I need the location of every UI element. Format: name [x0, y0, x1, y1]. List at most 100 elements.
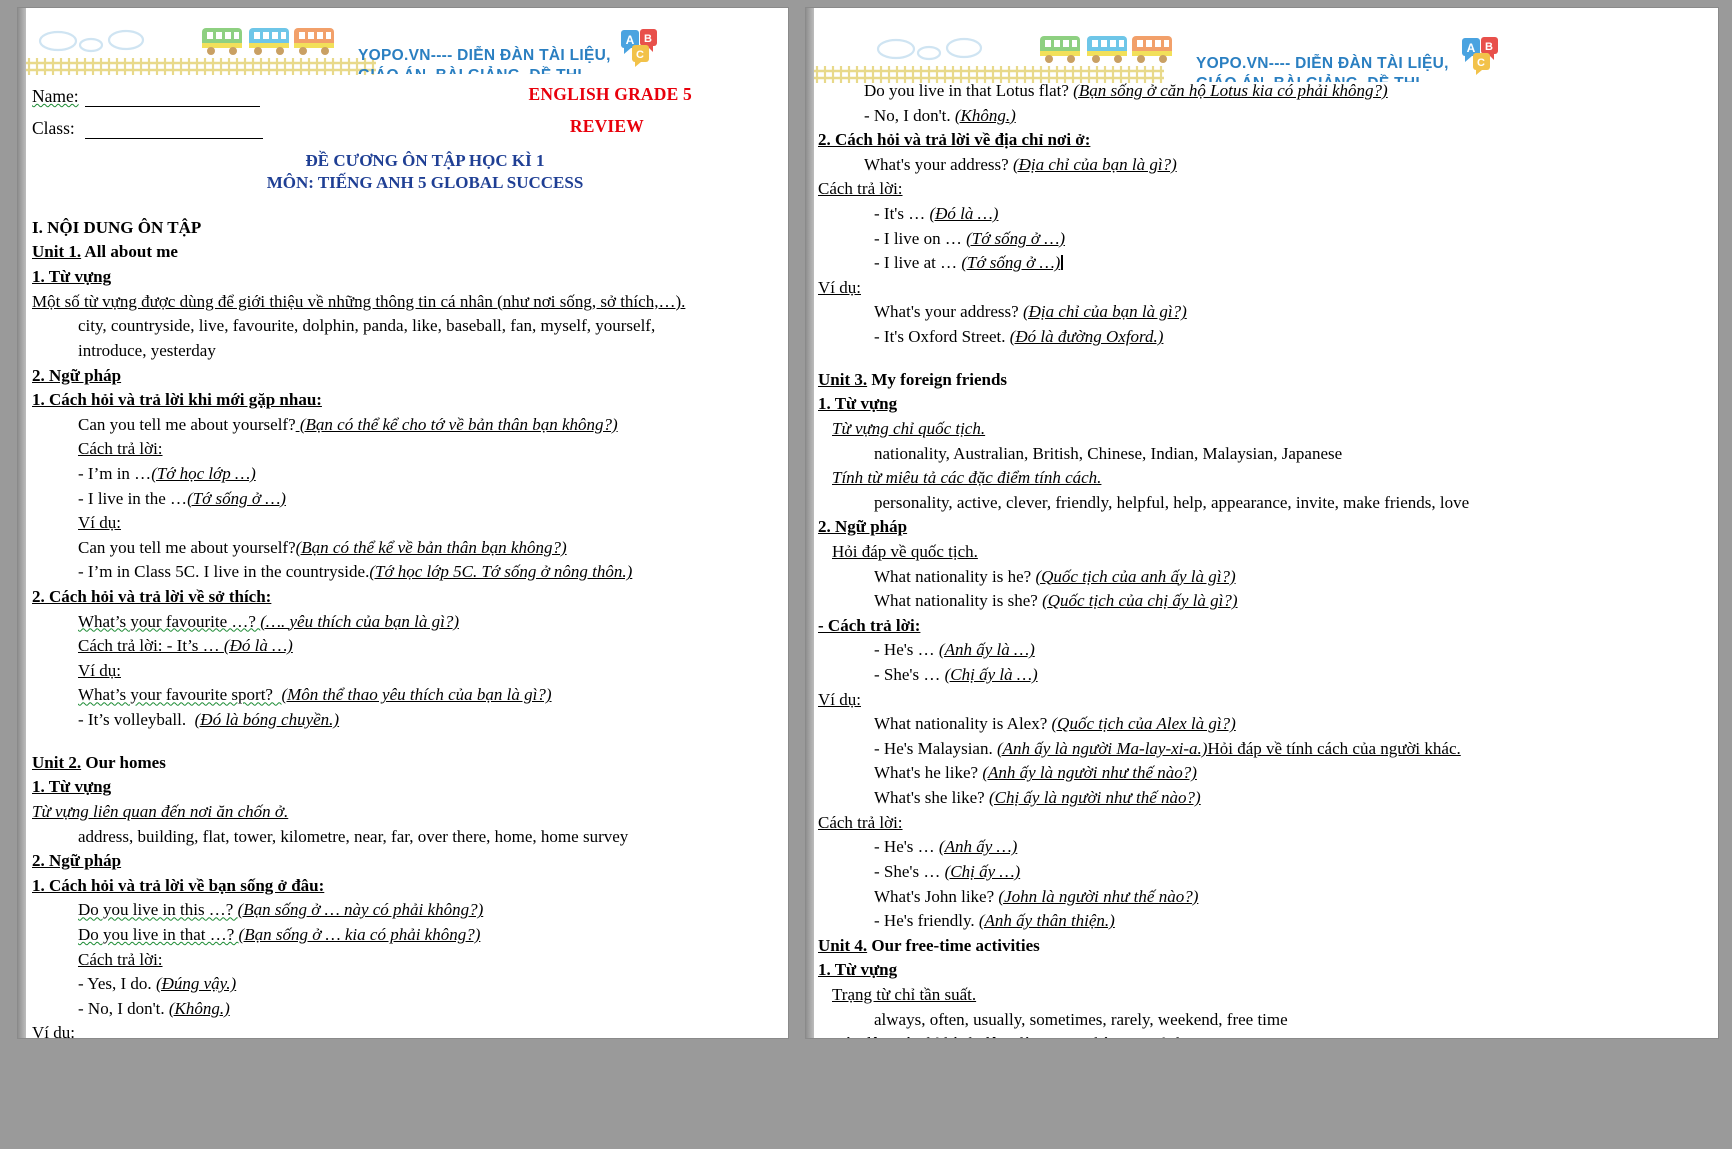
- u2-g1-q1-vi: (Bạn sống ở … này có phải không?): [237, 900, 484, 920]
- u2-vocab-heading: 1. Từ vựng: [32, 777, 112, 797]
- u2-g2-answer-1: - It's … (Đó là …): [818, 203, 1696, 226]
- u2-g2-ex-a-vi: (Đó là đường Oxford.): [1009, 327, 1164, 347]
- u2-g2-answer-3: - I live at … (Tớ sống ở …): [818, 252, 1696, 275]
- u2-g1-a1-en: - Yes, I do.: [78, 974, 156, 994]
- unit-4-heading: Unit 4. Our free-time activities: [818, 935, 1696, 958]
- unit-3-heading: Unit 3. My foreign friends: [818, 369, 1696, 392]
- u1-g2-ex-q-vi: (Môn thể thao yêu thích của bạn là gì?): [281, 685, 552, 705]
- watermark-text: YOPO.VN---- DIỄN ĐÀN TÀI LIỆU, GIÁO ÁN, …: [1196, 54, 1449, 82]
- watermark-line1: YOPO.VN---- DIỄN ĐÀN TÀI LIỆU,: [1196, 55, 1449, 72]
- class-input-line[interactable]: [84, 125, 263, 139]
- u2-g1-q2-en: Do you live in that …?: [78, 924, 239, 944]
- train-icon: [1040, 36, 1172, 63]
- watermark-line1: YOPO.VN---- DIỄN ĐÀN TÀI LIỆU,: [358, 47, 611, 64]
- unit-1-label: Unit 1.: [32, 242, 82, 262]
- unit-2-title: Our homes: [81, 752, 166, 772]
- u3-g1-a1-vi: (Anh ấy là …): [938, 640, 1035, 660]
- u2-cont-a-vi: (Không.): [954, 105, 1016, 125]
- u3-vocab-sub-2: Tính từ miêu tả các đặc điểm tính cách.: [832, 468, 1102, 488]
- u1-grammar-heading: 2. Ngữ pháp: [32, 365, 122, 385]
- u3-g2-answer-3: - He's friendly. (Anh ấy thân thiện.): [818, 910, 1696, 933]
- u1-g2-ex-a-vi: (Đó là bóng chuyền.): [194, 710, 340, 730]
- class-label: Class:: [32, 118, 75, 138]
- u2-g2-answer-2: - I live on … (Tớ sống ở …): [818, 228, 1696, 251]
- u4-vocab-list-1: always, often, usually, sometimes, rarel…: [874, 1009, 1288, 1029]
- u2-g2-heading: 2. Cách hỏi và trả lời về địa chỉ nơi ở:: [818, 130, 1091, 150]
- u2-g1-q2-vi: (Bạn sống ở … kia có phải không?): [238, 924, 481, 944]
- left-page-body: I. NỘI DUNG ÔN TẬP Unit 1. All about me …: [18, 217, 788, 1038]
- u3-g1-example-q: What nationality is Alex? (Quốc tịch của…: [818, 713, 1696, 736]
- u3-g1-q2-vi: (Quốc tịch của chị ấy là gì?): [1042, 591, 1238, 611]
- u3-vocab-list-2: personality, active, clever, friendly, h…: [874, 492, 1470, 512]
- u3-g2-q3-vi: (John là người như thế nào?): [998, 886, 1199, 906]
- u2-vocab-list: address, building, flat, tower, kilometr…: [78, 826, 629, 846]
- u1-g1-ex-a-en: - I’m in Class 5C. I live in the country…: [78, 562, 370, 582]
- u3-vocab-list-1: nationality, Australian, British, Chines…: [874, 443, 1343, 463]
- train-icon: [202, 28, 334, 55]
- unit-4-title: Our free-time activities: [867, 935, 1040, 955]
- u3-vocab-heading: 1. Từ vựng: [818, 394, 898, 414]
- watermark-line2: GIÁO ÁN, BÀI GIẢNG, ĐỀ THI: [1196, 74, 1449, 82]
- u4-vocab-sub-2: Các động từ chỉ hành động làm trong thời…: [818, 1033, 1696, 1038]
- u1-g1-answer-2: - I live in the …(Tớ sống ở …): [32, 488, 770, 511]
- u3-g1-question-2: What nationality is she? (Quốc tịch của …: [818, 590, 1696, 613]
- u2-g2-example-q: What's your address? (Địa chỉ của bạn là…: [818, 301, 1696, 324]
- u2-g2-example-label: Ví dụ:: [818, 277, 861, 297]
- u2-vocab-intro: Từ vựng liên quan đến nơi ăn chốn ở.: [32, 801, 289, 821]
- u3-g2-q3-en: What's John like?: [874, 886, 999, 906]
- svg-text:B: B: [644, 33, 652, 45]
- u1-g1-q-en: Can you tell me about yourself?: [78, 414, 296, 434]
- u2-g2-answer-label: Cách trả lời:: [818, 179, 903, 199]
- u4-vocab-sub-1: Trạng từ chỉ tần suất.: [832, 984, 977, 1004]
- u2-g1-example-label: Ví dụ:: [32, 1023, 75, 1038]
- u2-g2-a3-en: - I live at …: [874, 253, 962, 273]
- u1-g1-a1-en: - I’m in …: [78, 463, 152, 483]
- u3-g1-example-label: Ví dụ:: [818, 689, 861, 709]
- u1-g2-a-vi: (Đó là …): [223, 636, 293, 656]
- u3-g2-a2-en: - She's …: [874, 861, 945, 881]
- u2-grammar-heading: 2. Ngữ pháp: [32, 851, 122, 871]
- u4-vocab-heading: 1. Từ vựng: [818, 960, 898, 980]
- u2-g1-a1-vi: (Đúng vậy.): [155, 974, 237, 994]
- u1-g1-heading: 1. Cách hỏi và trả lời khi mới gặp nhau:: [32, 390, 322, 410]
- u3-g2-question-3: What's John like? (John là người như thế…: [818, 886, 1696, 909]
- section-heading-1: I. NỘI DUNG ÔN TẬP: [32, 217, 202, 237]
- u3-g2-q2-vi: (Chị ấy là người như thế nào?): [988, 788, 1201, 808]
- u1-g2-answer: Cách trả lời: - It’s … (Đó là …): [32, 635, 770, 658]
- u1-g2-example-label: Ví dụ:: [78, 660, 121, 680]
- u2-g2-q-vi: (Địa chỉ của bạn là gì?): [1012, 154, 1177, 174]
- unit-2-heading: Unit 2. Our homes: [32, 752, 770, 775]
- svg-text:C: C: [636, 49, 644, 61]
- u2-cont-answer: - No, I don't. (Không.): [818, 105, 1696, 128]
- u3-g1-q1-en: What nationality is he?: [874, 566, 1036, 586]
- red-heading-review: REVIEW: [569, 116, 644, 136]
- u3-g1-a2-en: - She's …: [874, 665, 945, 685]
- u2-g1-a2-en: - No, I don't.: [78, 998, 169, 1018]
- class-row: Class:: [32, 118, 788, 139]
- u2-g2-ex-q-vi: (Địa chỉ của bạn là gì?): [1022, 302, 1187, 322]
- u1-vocab-heading: 1. Từ vựng: [32, 267, 112, 287]
- u2-g2-a3-vi: (Tớ sống ở …): [961, 253, 1061, 273]
- u3-g2-answer-label: Cách trả lời:: [818, 812, 903, 832]
- u2-g1-answer-label: Cách trả lời:: [78, 949, 163, 969]
- unit-2-label: Unit 2.: [32, 752, 82, 772]
- name-input-line[interactable]: [84, 93, 260, 107]
- u2-g2-a1-en: - It's …: [874, 204, 930, 224]
- u2-g1-answer-1: - Yes, I do. (Đúng vậy.): [32, 973, 770, 996]
- red-heading-grade: ENGLISH GRADE 5: [528, 84, 692, 104]
- u1-vocab-intro: Một số từ vựng được dùng để giới thiệu v…: [32, 291, 686, 311]
- u3-g2-intro: Hỏi đáp về tính cách của người khác.: [1207, 738, 1461, 758]
- u2-g1-question-1: Do you live in this …? (Bạn sống ở … này…: [32, 899, 770, 922]
- title-line-2: MÔN: TIẾNG ANH 5 GLOBAL SUCCESS: [266, 173, 584, 193]
- u2-g2-a2-vi: (Tớ sống ở …): [966, 228, 1065, 248]
- unit-1-title: All about me: [81, 242, 178, 262]
- u3-g2-a2-vi: (Chị ấy …): [944, 861, 1021, 881]
- u1-g2-ex-q-en: What’s your favourite sport?: [78, 685, 282, 705]
- u3-g1-example-a: - He's Malaysian. (Anh ấy là người Ma-la…: [818, 738, 1696, 761]
- u1-g1-ex-a-vi: (Tớ học lớp 5C. Tớ sống ở nông thôn.): [369, 562, 633, 582]
- svg-text:A: A: [1467, 41, 1476, 55]
- page-right: YOPO.VN---- DIỄN ĐÀN TÀI LIỆU, GIÁO ÁN, …: [806, 8, 1718, 1038]
- unit-1-heading: Unit 1. All about me: [32, 241, 770, 264]
- u1-g1-ex-q-en: Can you tell me about yourself?: [78, 537, 296, 557]
- u2-g1-q1-en: Do you live in this …?: [78, 900, 238, 920]
